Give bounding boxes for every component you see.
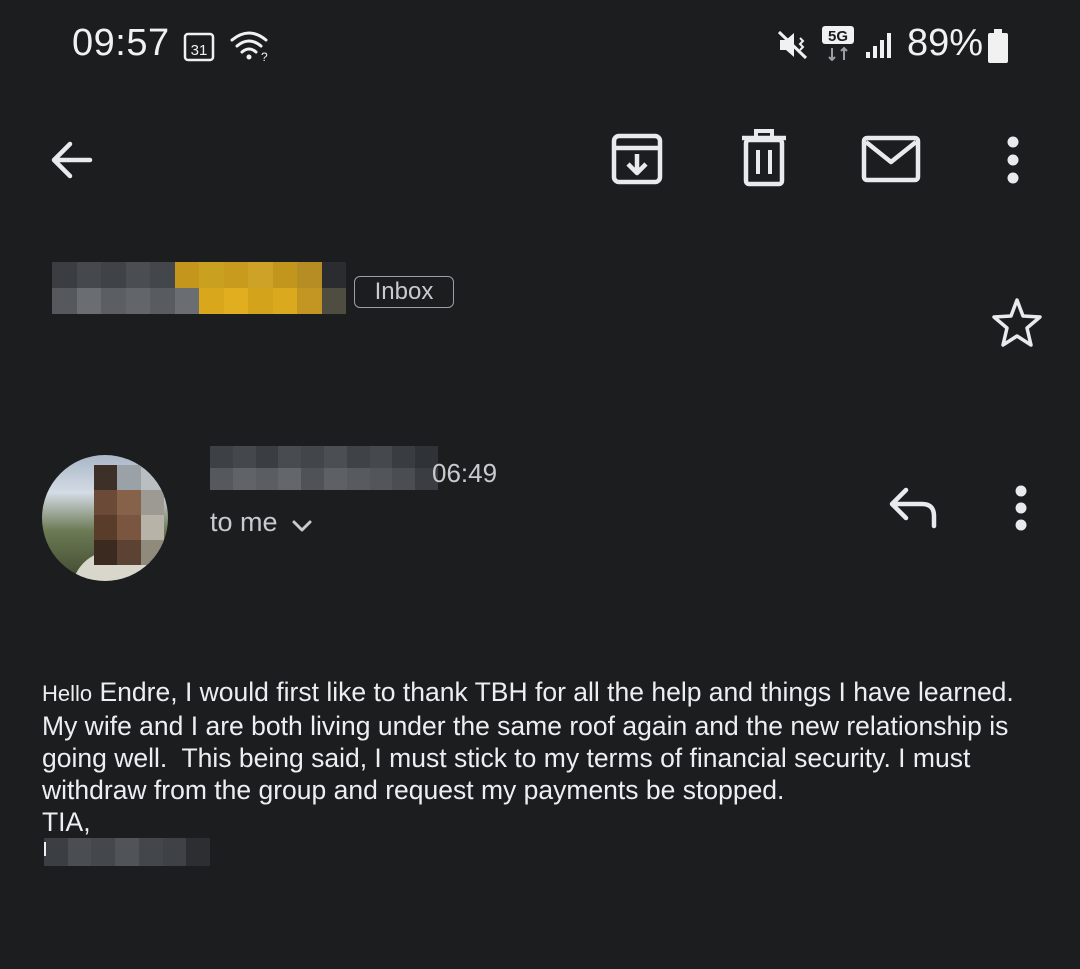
message-greeting: Hello — [42, 681, 93, 706]
back-arrow-icon[interactable] — [44, 132, 100, 188]
signature-fragment — [44, 842, 46, 856]
message-time: 06:49 — [432, 458, 498, 488]
recipient-label: to me — [210, 506, 278, 537]
email-view: 09:57 31 ? 5G 89% Inbox 06:49 to me Hell… — [0, 0, 1080, 969]
battery-icon — [988, 29, 1008, 63]
sender-name-redacted — [210, 446, 438, 490]
signature-redacted — [44, 838, 210, 866]
archive-icon[interactable] — [608, 130, 666, 188]
calendar-icon: 31 — [183, 32, 215, 62]
mark-unread-icon[interactable] — [860, 134, 922, 184]
status-time: 09:57 — [72, 22, 170, 64]
wifi-icon: ? — [230, 31, 268, 62]
more-vert-icon[interactable] — [996, 132, 1030, 188]
calendar-day: 31 — [191, 42, 208, 59]
subject-redacted — [52, 262, 346, 314]
sender-avatar[interactable] — [42, 455, 168, 581]
chevron-down-icon — [292, 520, 312, 532]
inbox-label-chip[interactable]: Inbox — [354, 276, 454, 308]
signal-icon — [866, 33, 891, 58]
message-more-vert-icon[interactable] — [1004, 484, 1038, 532]
vibrate-mute-icon — [777, 30, 808, 60]
svg-text:?: ? — [261, 50, 268, 62]
recipient-details-toggle[interactable]: to me — [210, 506, 314, 538]
network-type: 5G — [828, 28, 848, 45]
reply-icon[interactable] — [886, 484, 940, 530]
battery-percent: 89% — [907, 22, 984, 64]
star-icon[interactable] — [990, 296, 1044, 350]
avatar-face-pixelated — [94, 465, 164, 565]
delete-icon[interactable] — [736, 128, 792, 188]
5g-icon: 5G — [822, 26, 854, 62]
message-body-text: Endre, I would first like to thank TBH f… — [42, 677, 1014, 837]
message-body: Hello Endre, I would first like to thank… — [42, 676, 1052, 838]
